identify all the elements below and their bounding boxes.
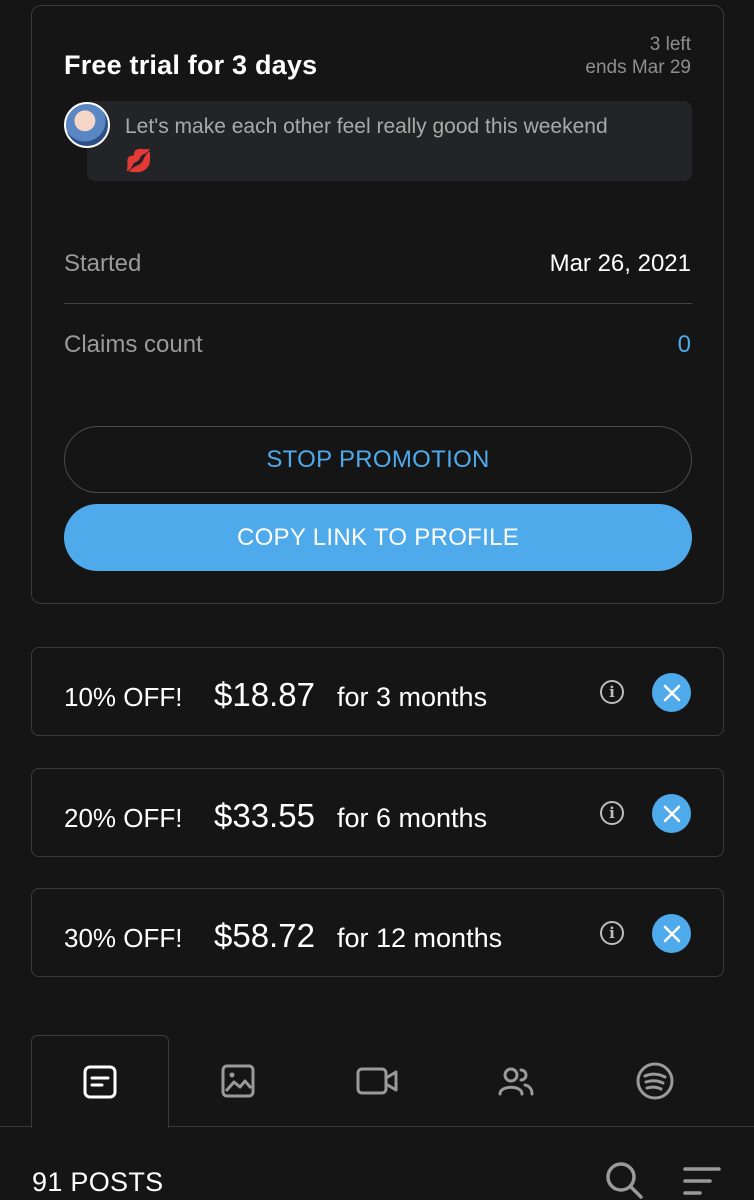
tab-posts[interactable] bbox=[31, 1035, 169, 1128]
stop-promotion-button[interactable]: STOP PROMOTION bbox=[64, 426, 692, 493]
started-label: Started bbox=[64, 250, 142, 277]
info-icon[interactable]: i bbox=[600, 801, 624, 825]
video-icon bbox=[356, 1067, 398, 1095]
content-tabs bbox=[0, 1035, 754, 1128]
promotion-message: Let's make each other feel really good t… bbox=[125, 115, 608, 138]
promotion-end-date: ends Mar 29 bbox=[585, 57, 691, 78]
claims-count-value: 0 bbox=[677, 331, 691, 358]
divider bbox=[64, 303, 692, 304]
posts-icon bbox=[83, 1065, 117, 1098]
close-icon[interactable] bbox=[652, 794, 691, 833]
search-icon[interactable] bbox=[604, 1160, 644, 1200]
discount-term: for 3 months bbox=[337, 682, 488, 712]
discount-price: $58.72 bbox=[214, 917, 315, 954]
posts-count: 91 POSTS bbox=[32, 1167, 164, 1197]
promotion-title: Free trial for 3 days bbox=[64, 50, 318, 80]
tab-videos[interactable] bbox=[308, 1035, 446, 1127]
photo-icon bbox=[221, 1064, 255, 1098]
discount-card: 30% OFF! $58.72 for 12 months i bbox=[31, 888, 724, 977]
tab-spotify[interactable] bbox=[586, 1035, 724, 1127]
discount-term: for 6 months bbox=[337, 803, 488, 833]
sort-icon[interactable] bbox=[682, 1165, 722, 1200]
promotion-meta: 3 left ends Mar 29 bbox=[585, 33, 691, 79]
spotify-icon bbox=[636, 1062, 674, 1100]
discount-price: $18.87 bbox=[214, 676, 315, 713]
discount-percent: 30% OFF! bbox=[64, 923, 183, 953]
claims-count-label: Claims count bbox=[64, 331, 203, 358]
kiss-emoji: 💋 bbox=[125, 148, 153, 173]
promotion-remaining: 3 left bbox=[649, 34, 691, 55]
promotion-card: Free trial for 3 days 3 left ends Mar 29… bbox=[31, 5, 724, 604]
discount-percent: 10% OFF! bbox=[64, 682, 183, 712]
avatar bbox=[64, 102, 110, 148]
users-icon bbox=[498, 1067, 534, 1096]
copy-link-to-profile-button[interactable]: COPY LINK TO PROFILE bbox=[64, 504, 692, 571]
discount-term: for 12 months bbox=[337, 923, 503, 953]
page: Free trial for 3 days 3 left ends Mar 29… bbox=[0, 0, 754, 1200]
close-icon[interactable] bbox=[652, 673, 691, 712]
started-value: Mar 26, 2021 bbox=[549, 250, 691, 277]
tab-friends[interactable] bbox=[447, 1035, 585, 1127]
discount-card: 20% OFF! $33.55 for 6 months i bbox=[31, 768, 724, 857]
close-icon[interactable] bbox=[652, 914, 691, 953]
info-icon[interactable]: i bbox=[600, 921, 624, 945]
discount-percent: 20% OFF! bbox=[64, 803, 183, 833]
discount-card: 10% OFF! $18.87 for 3 months i bbox=[31, 647, 724, 736]
discount-price: $33.55 bbox=[214, 797, 315, 834]
tab-photos[interactable] bbox=[169, 1035, 307, 1127]
info-icon[interactable]: i bbox=[600, 680, 624, 704]
